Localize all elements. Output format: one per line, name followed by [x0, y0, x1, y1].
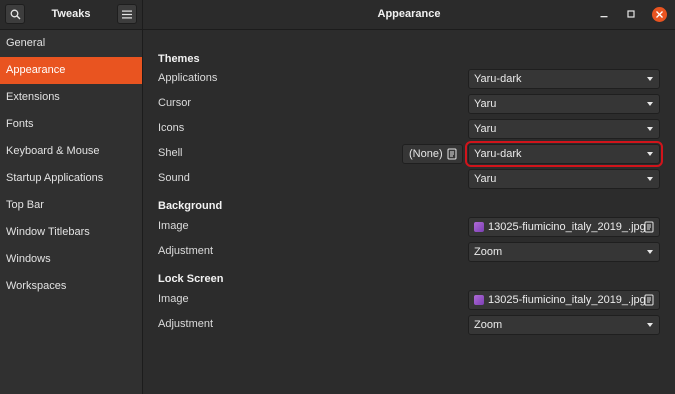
document-icon: [447, 148, 457, 160]
maximize-button[interactable]: [624, 7, 638, 21]
cursor-theme-dropdown[interactable]: Yaru: [468, 94, 660, 114]
sidebar-item-workspaces[interactable]: Workspaces: [0, 273, 142, 300]
section-title-lock-screen: Lock Screen: [158, 273, 224, 285]
search-icon: [10, 9, 20, 19]
background-adjustment-value: Zoom: [474, 246, 503, 258]
sidebar-item-startup-applications[interactable]: Startup Applications: [0, 165, 142, 192]
sidebar-item-appearance[interactable]: Appearance: [0, 57, 142, 84]
dropdown-arrow-icon: [647, 323, 653, 327]
dropdown-arrow-icon: [647, 102, 653, 106]
dropdown-arrow-icon: [647, 250, 653, 254]
lock-screen-adjustment-dropdown[interactable]: Zoom: [468, 315, 660, 335]
background-adjustment-dropdown[interactable]: Zoom: [468, 242, 660, 262]
window-title: Appearance: [377, 8, 441, 20]
sound-label: Sound: [158, 172, 190, 184]
menu-button[interactable]: [117, 4, 137, 24]
sound-theme-dropdown[interactable]: Yaru: [468, 169, 660, 189]
lock-screen-image-label: Image: [158, 293, 189, 305]
background-image-chooser[interactable]: 13025-fiumicino_italy_2019_.jpg: [468, 217, 660, 237]
close-icon: [656, 11, 663, 18]
sound-theme-value: Yaru: [474, 173, 497, 185]
lock-screen-adjustment-value: Zoom: [474, 319, 503, 331]
shell-reset-button[interactable]: (None): [402, 144, 463, 164]
icons-theme-dropdown[interactable]: Yaru: [468, 119, 660, 139]
sidebar: General Appearance Extensions Fonts Keyb…: [0, 30, 143, 394]
background-image-filename: 13025-fiumicino_italy_2019_.jpg: [488, 221, 646, 233]
header-bar: Tweaks Appearance: [0, 0, 675, 30]
image-file-icon: [474, 295, 484, 305]
shell-reset-label: (None): [409, 148, 443, 160]
applications-label: Applications: [158, 72, 218, 84]
dropdown-arrow-icon: [647, 127, 653, 131]
icons-label: Icons: [158, 122, 185, 134]
sidebar-item-window-titlebars[interactable]: Window Titlebars: [0, 219, 142, 246]
lock-screen-adjustment-label: Adjustment: [158, 318, 214, 330]
document-icon: [644, 221, 654, 233]
lock-screen-image-chooser[interactable]: 13025-fiumicino_italy_2019_.jpg: [468, 290, 660, 310]
lock-screen-image-filename: 13025-fiumicino_italy_2019_.jpg: [488, 294, 646, 306]
minimize-icon: [600, 16, 608, 18]
icons-theme-value: Yaru: [474, 123, 497, 135]
shell-theme-dropdown[interactable]: Yaru-dark: [465, 141, 663, 167]
section-title-themes: Themes: [158, 53, 200, 65]
sidebar-item-top-bar[interactable]: Top Bar: [0, 192, 142, 219]
app-title: Tweaks: [51, 8, 91, 20]
minimize-button[interactable]: [597, 7, 611, 21]
hamburger-icon: [122, 10, 132, 18]
section-title-background: Background: [158, 200, 223, 212]
shell-label: Shell: [158, 147, 183, 159]
dropdown-arrow-icon: [647, 77, 653, 81]
applications-theme-value: Yaru-dark: [474, 73, 522, 85]
shell-theme-value: Yaru-dark: [474, 148, 522, 160]
sidebar-item-windows[interactable]: Windows: [0, 246, 142, 273]
sidebar-item-extensions[interactable]: Extensions: [0, 84, 142, 111]
appearance-panel: Themes Applications Yaru-dark Cursor Yar…: [143, 30, 675, 394]
sidebar-header: Tweaks: [0, 0, 143, 29]
background-adjustment-label: Adjustment: [158, 245, 214, 257]
dropdown-arrow-icon: [647, 152, 653, 156]
document-icon: [644, 294, 654, 306]
sidebar-item-general[interactable]: General: [0, 30, 142, 57]
dropdown-arrow-icon: [647, 177, 653, 181]
background-image-label: Image: [158, 220, 189, 232]
cursor-label: Cursor: [158, 97, 192, 109]
image-file-icon: [474, 222, 484, 232]
sidebar-item-fonts[interactable]: Fonts: [0, 111, 142, 138]
sidebar-item-keyboard-mouse[interactable]: Keyboard & Mouse: [0, 138, 142, 165]
applications-theme-dropdown[interactable]: Yaru-dark: [468, 69, 660, 89]
cursor-theme-value: Yaru: [474, 98, 497, 110]
close-button[interactable]: [652, 7, 667, 22]
maximize-icon: [627, 10, 635, 18]
search-button[interactable]: [5, 4, 25, 24]
